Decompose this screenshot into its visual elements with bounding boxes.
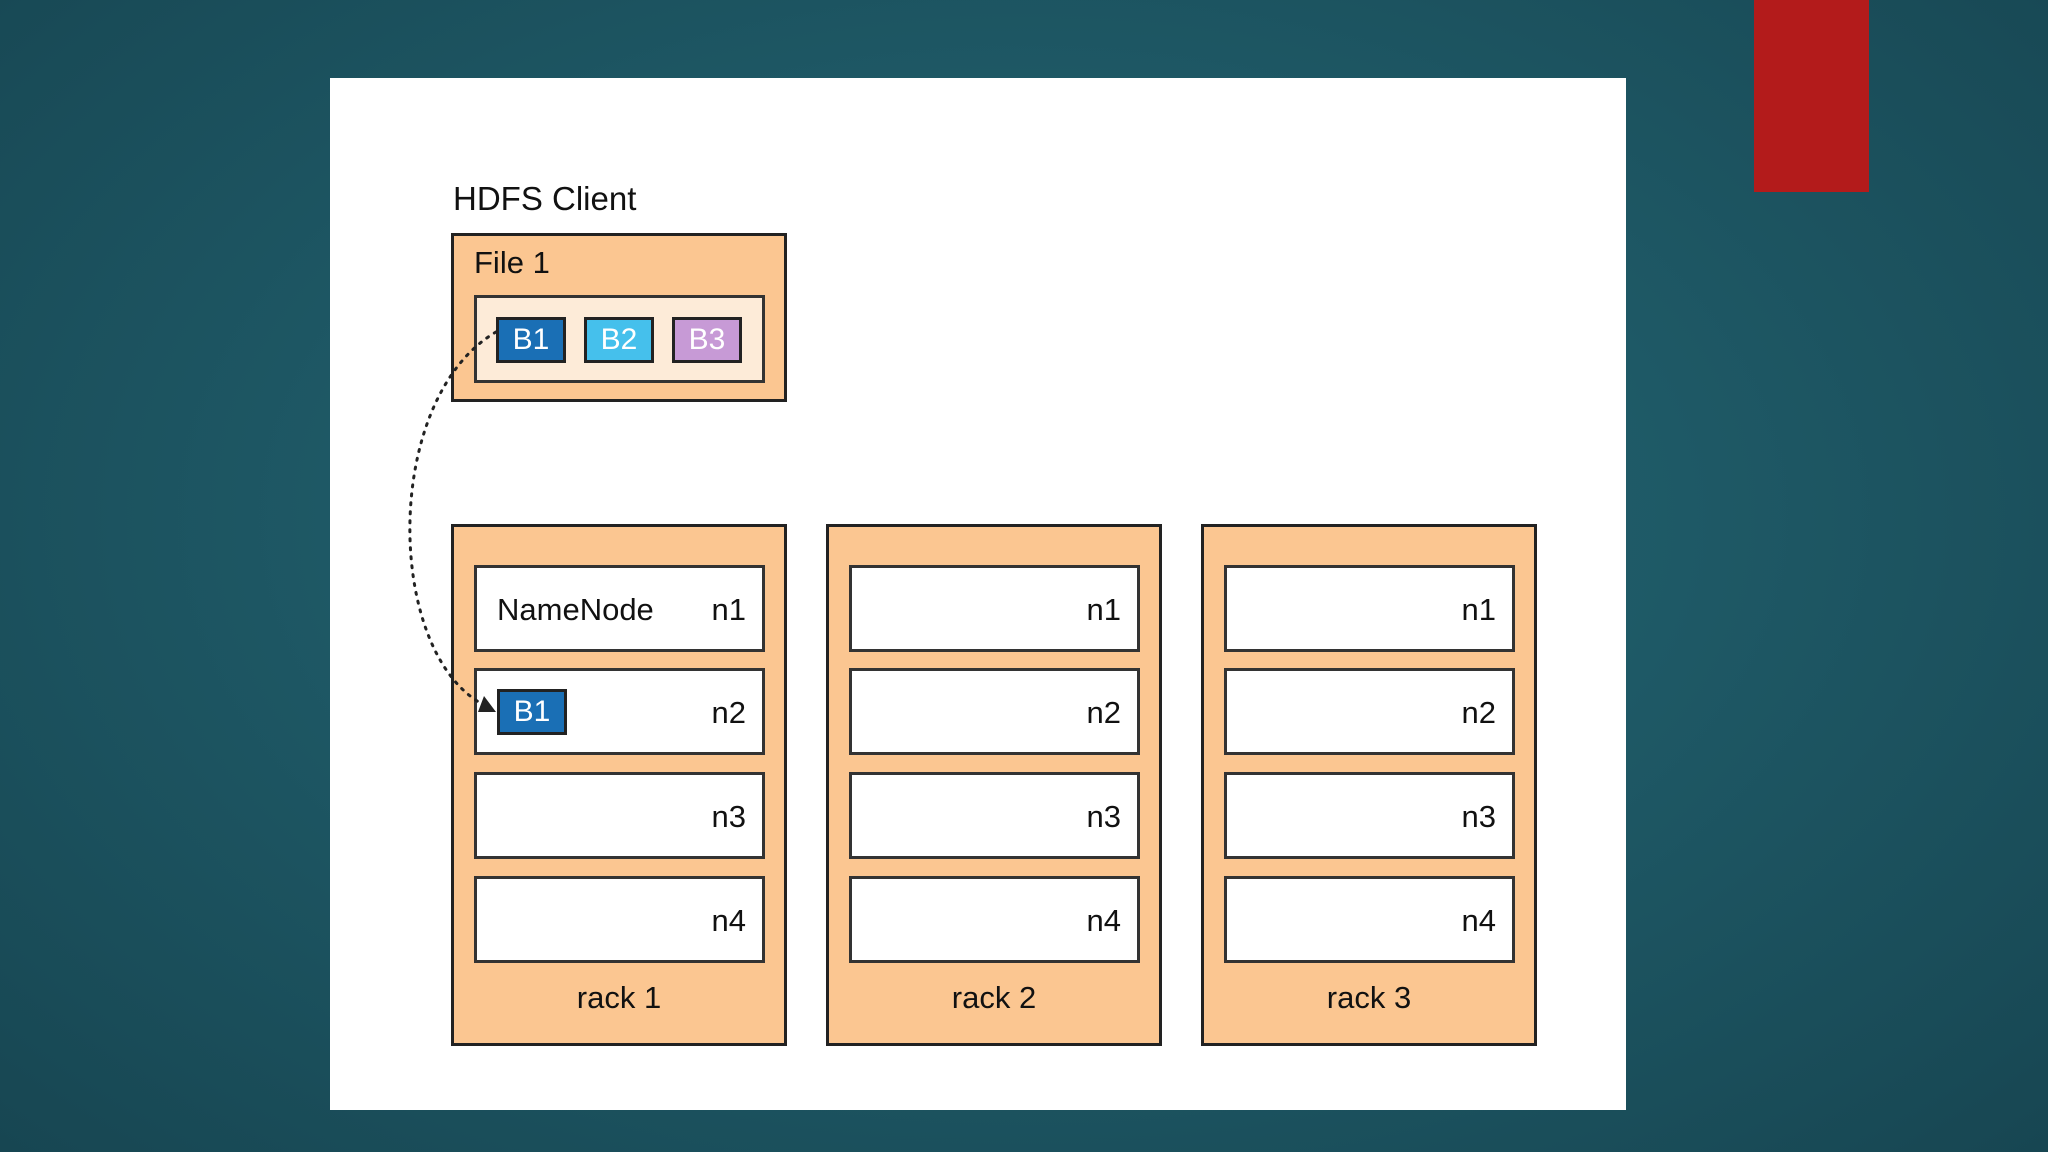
arrowhead-icon — [478, 696, 496, 712]
replication-arrow — [408, 330, 498, 712]
dotted-path — [408, 330, 498, 709]
